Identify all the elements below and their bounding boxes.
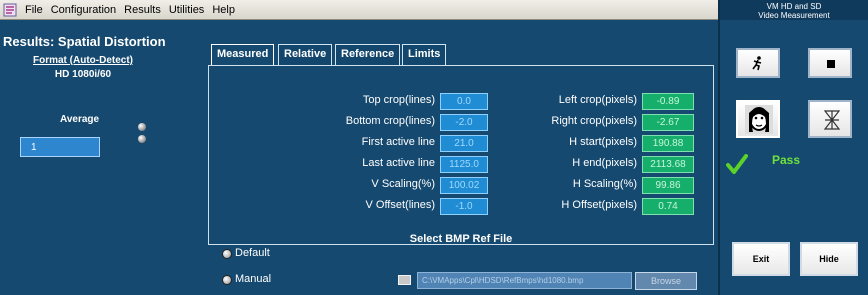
- format-label: Format (Auto-Detect): [33, 55, 133, 66]
- measurement-label: V Offset(lines): [365, 199, 436, 211]
- measurement-value: 21.0: [440, 135, 488, 152]
- ref-file-checkbox[interactable]: [398, 275, 411, 285]
- hide-button[interactable]: Hide: [800, 242, 858, 276]
- run-button[interactable]: [736, 48, 780, 78]
- stop-button[interactable]: [808, 48, 852, 78]
- menu-bar: File Configuration Results Utilities Hel…: [0, 0, 718, 20]
- ref-file-path-field[interactable]: C:\VMApps\Cpl\HDSD\RefBmps\hd1080.bmp: [417, 272, 632, 289]
- running-figure-icon: [751, 56, 765, 76]
- face-picture-icon: [745, 105, 773, 139]
- browse-button[interactable]: Browse: [635, 272, 697, 290]
- right-panel: VM HD and SD Video Measurement Pass Exit…: [718, 0, 868, 295]
- pass-check-icon: [726, 154, 748, 179]
- measurement-value: 2113.68: [642, 156, 694, 173]
- tab-measured[interactable]: Measured: [211, 44, 275, 65]
- default-radio[interactable]: [222, 249, 232, 259]
- menu-configuration[interactable]: Configuration: [47, 4, 120, 16]
- measurement-value: 0.74: [642, 198, 694, 215]
- measurement-label: Left crop(pixels): [558, 94, 637, 106]
- measurement-label: Right crop(pixels): [551, 115, 637, 127]
- measurement-value: -2.67: [642, 114, 694, 131]
- app-title-line1: VM HD and SD: [766, 2, 822, 11]
- measurement-value: 100.02: [440, 177, 488, 194]
- measurement-label: H start(pixels): [569, 136, 637, 148]
- manual-radio-label: Manual: [235, 273, 272, 285]
- app-glyph-icon[interactable]: [3, 3, 17, 17]
- vector-view-button[interactable]: [808, 100, 852, 138]
- average-label: Average: [60, 114, 100, 125]
- picture-view-button[interactable]: [736, 100, 780, 138]
- measurement-label: Top crop(lines): [362, 94, 435, 106]
- manual-radio[interactable]: [222, 275, 232, 285]
- measurement-value: 190.88: [642, 135, 694, 152]
- measured-panel: Top crop(lines) 0.0 Bottom crop(lines) -…: [208, 65, 714, 245]
- tab-limits[interactable]: Limits: [402, 44, 447, 65]
- measurement-label: H Offset(pixels): [561, 199, 637, 211]
- measurement-value: -1.0: [440, 198, 488, 215]
- measurement-value: -0.89: [642, 93, 694, 110]
- pass-status: Pass: [772, 153, 801, 167]
- average-option-dot[interactable]: [138, 135, 146, 143]
- menu-utilities[interactable]: Utilities: [165, 4, 208, 16]
- stop-square-icon: [827, 60, 835, 68]
- measurement-label: Last active line: [362, 157, 435, 169]
- measurement-label: First active line: [361, 136, 435, 148]
- page-title: Results: Spatial Distortion: [3, 34, 166, 49]
- menu-help[interactable]: Help: [208, 4, 239, 16]
- ref-file-title: Select BMP Ref File: [409, 233, 513, 245]
- measurement-label: V Scaling(%): [371, 178, 435, 190]
- menu-results[interactable]: Results: [120, 4, 165, 16]
- format-value: HD 1080i/60: [54, 69, 112, 80]
- tab-reference[interactable]: Reference: [335, 44, 401, 65]
- exit-button[interactable]: Exit: [732, 242, 790, 276]
- tab-relative[interactable]: Relative: [278, 44, 333, 65]
- measurement-label: H Scaling(%): [572, 178, 637, 190]
- main-panel: Results: Spatial Distortion Format (Auto…: [0, 20, 718, 295]
- average-option-dot[interactable]: [138, 123, 146, 131]
- measurement-label: H end(pixels): [572, 157, 637, 169]
- measurement-value: -2.0: [440, 114, 488, 131]
- vector-scope-icon: [822, 109, 842, 136]
- measurement-value: 99.86: [642, 177, 694, 194]
- ref-file-section: Select BMP Ref File Default Manual C:\VM…: [208, 233, 714, 295]
- measurement-value: 0.0: [440, 93, 488, 110]
- measurement-label: Bottom crop(lines): [345, 115, 435, 127]
- default-radio-label: Default: [235, 247, 270, 259]
- app-title-line2: Video Measurement: [758, 11, 830, 20]
- measurement-value: 1125.0: [440, 156, 488, 173]
- app-title: VM HD and SD Video Measurement: [720, 0, 868, 20]
- average-value-field[interactable]: 1: [20, 137, 100, 157]
- menu-file[interactable]: File: [21, 4, 47, 16]
